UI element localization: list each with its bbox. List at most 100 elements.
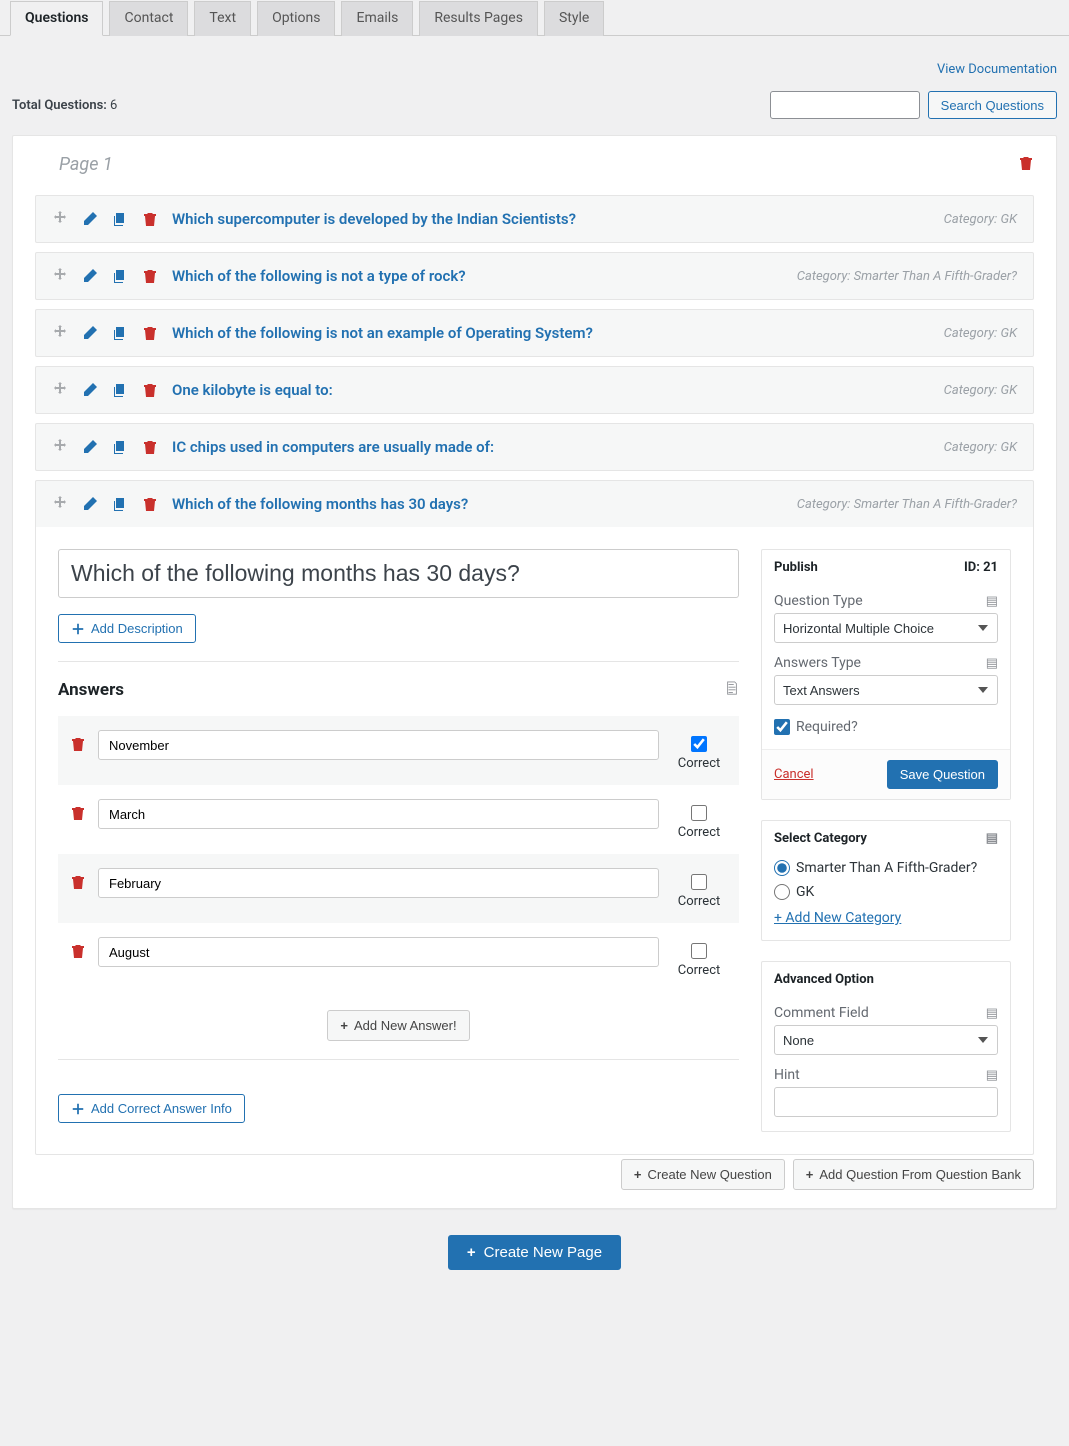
delete-answer-icon[interactable] bbox=[70, 736, 86, 752]
add-new-answer-button[interactable]: +Add New Answer! bbox=[327, 1010, 469, 1041]
tab-style[interactable]: Style bbox=[544, 1, 604, 36]
answers-heading: Answers bbox=[58, 680, 124, 700]
tab-options[interactable]: Options bbox=[257, 1, 335, 36]
delete-answer-icon[interactable] bbox=[70, 874, 86, 890]
correct-label: Correct bbox=[678, 963, 721, 978]
category-radio[interactable] bbox=[774, 884, 790, 900]
question-row: Which of the following is not an example… bbox=[35, 309, 1034, 357]
question-row: One kilobyte is equal to:Category: GK bbox=[35, 366, 1034, 414]
move-icon[interactable] bbox=[52, 382, 68, 398]
view-documentation-link[interactable]: View Documentation bbox=[937, 62, 1057, 77]
answer-correct-checkbox[interactable] bbox=[691, 874, 707, 890]
question-row: IC chips used in computers are usually m… bbox=[35, 423, 1034, 471]
search-questions-button[interactable]: Search Questions bbox=[928, 91, 1057, 119]
edit-icon[interactable] bbox=[82, 439, 98, 455]
tab-contact[interactable]: Contact bbox=[109, 1, 188, 36]
duplicate-icon[interactable] bbox=[112, 439, 128, 455]
delete-icon[interactable] bbox=[142, 439, 158, 455]
question-text-input[interactable] bbox=[58, 549, 739, 598]
tab-results-pages[interactable]: Results Pages bbox=[419, 1, 538, 36]
hint-doc-icon[interactable]: ▤ bbox=[986, 1068, 998, 1083]
delete-icon[interactable] bbox=[142, 496, 158, 512]
question-title-link[interactable]: Which of the following is not a type of … bbox=[172, 267, 783, 285]
edit-icon[interactable] bbox=[82, 496, 98, 512]
correct-label: Correct bbox=[678, 894, 721, 909]
category-option[interactable]: GK bbox=[774, 884, 998, 900]
correct-label: Correct bbox=[678, 756, 721, 771]
edit-icon[interactable] bbox=[82, 268, 98, 284]
delete-page-icon[interactable] bbox=[1018, 155, 1034, 175]
answer-text-input[interactable] bbox=[98, 868, 659, 898]
answer-row: Correct bbox=[58, 716, 739, 785]
question-type-doc-icon[interactable]: ▤ bbox=[986, 594, 998, 609]
category-doc-icon[interactable]: ▤ bbox=[986, 831, 998, 846]
question-row: Which of the following months has 30 day… bbox=[35, 480, 1034, 527]
question-type-select[interactable]: Horizontal Multiple Choice bbox=[774, 613, 998, 643]
delete-icon[interactable] bbox=[142, 382, 158, 398]
select-category-heading: Select Category bbox=[774, 831, 867, 846]
delete-answer-icon[interactable] bbox=[70, 805, 86, 821]
tab-questions[interactable]: Questions bbox=[10, 1, 103, 36]
search-input[interactable] bbox=[770, 91, 920, 119]
answer-row: Correct bbox=[58, 854, 739, 923]
edit-icon[interactable] bbox=[82, 211, 98, 227]
edit-icon[interactable] bbox=[82, 382, 98, 398]
answer-correct-checkbox[interactable] bbox=[691, 805, 707, 821]
answer-text-input[interactable] bbox=[98, 799, 659, 829]
duplicate-icon[interactable] bbox=[112, 382, 128, 398]
question-title-link[interactable]: Which of the following is not an example… bbox=[172, 324, 930, 342]
add-correct-answer-info-button[interactable]: Add Correct Answer Info bbox=[58, 1094, 245, 1123]
add-description-button[interactable]: Add Description bbox=[58, 614, 196, 643]
add-new-category-link[interactable]: + Add New Category bbox=[774, 910, 901, 926]
question-title-link[interactable]: Which supercomputer is developed by the … bbox=[172, 210, 930, 228]
correct-label: Correct bbox=[678, 825, 721, 840]
duplicate-icon[interactable] bbox=[112, 211, 128, 227]
add-question-from-bank-button[interactable]: +Add Question From Question Bank bbox=[793, 1159, 1034, 1190]
move-icon[interactable] bbox=[52, 325, 68, 341]
advanced-option-heading: Advanced Option bbox=[774, 972, 874, 987]
edit-icon[interactable] bbox=[82, 325, 98, 341]
answer-correct-checkbox[interactable] bbox=[691, 943, 707, 959]
delete-icon[interactable] bbox=[142, 211, 158, 227]
comment-field-label: Comment Field bbox=[774, 1005, 869, 1021]
cancel-link[interactable]: Cancel bbox=[774, 767, 814, 782]
move-icon[interactable] bbox=[52, 439, 68, 455]
delete-icon[interactable] bbox=[142, 268, 158, 284]
move-icon[interactable] bbox=[52, 268, 68, 284]
question-category-label: Category: GK bbox=[944, 326, 1017, 341]
answer-row: Correct bbox=[58, 923, 739, 992]
answers-type-doc-icon[interactable]: ▤ bbox=[986, 656, 998, 671]
tab-emails[interactable]: Emails bbox=[341, 1, 413, 36]
required-checkbox[interactable] bbox=[774, 719, 790, 735]
question-category-label: Category: GK bbox=[944, 212, 1017, 227]
delete-icon[interactable] bbox=[142, 325, 158, 341]
create-new-page-button[interactable]: +Create New Page bbox=[448, 1235, 621, 1270]
save-question-button[interactable]: Save Question bbox=[887, 760, 998, 789]
comment-doc-icon[interactable]: ▤ bbox=[986, 1006, 998, 1021]
question-title-link[interactable]: IC chips used in computers are usually m… bbox=[172, 438, 930, 456]
answer-correct-checkbox[interactable] bbox=[691, 736, 707, 752]
category-radio[interactable] bbox=[774, 860, 790, 876]
duplicate-icon[interactable] bbox=[112, 496, 128, 512]
total-questions-label: Total Questions: 6 bbox=[12, 98, 117, 113]
create-new-question-button[interactable]: +Create New Question bbox=[621, 1159, 785, 1190]
delete-answer-icon[interactable] bbox=[70, 943, 86, 959]
answer-row: Correct bbox=[58, 785, 739, 854]
question-title-link[interactable]: Which of the following months has 30 day… bbox=[172, 495, 783, 513]
answer-text-input[interactable] bbox=[98, 937, 659, 967]
move-icon[interactable] bbox=[52, 211, 68, 227]
tab-text[interactable]: Text bbox=[194, 1, 251, 36]
category-option[interactable]: Smarter Than A Fifth-Grader? bbox=[774, 860, 998, 876]
question-type-label: Question Type bbox=[774, 593, 863, 609]
duplicate-icon[interactable] bbox=[112, 268, 128, 284]
question-category-label: Category: Smarter Than A Fifth-Grader? bbox=[797, 497, 1017, 512]
duplicate-icon[interactable] bbox=[112, 325, 128, 341]
answer-text-input[interactable] bbox=[98, 730, 659, 760]
question-row: Which of the following is not a type of … bbox=[35, 252, 1034, 300]
answers-type-select[interactable]: Text Answers bbox=[774, 675, 998, 705]
answers-doc-icon[interactable] bbox=[725, 681, 739, 699]
question-title-link[interactable]: One kilobyte is equal to: bbox=[172, 381, 930, 399]
comment-field-select[interactable]: None bbox=[774, 1025, 998, 1055]
hint-input[interactable] bbox=[774, 1087, 998, 1117]
move-icon[interactable] bbox=[52, 496, 68, 512]
